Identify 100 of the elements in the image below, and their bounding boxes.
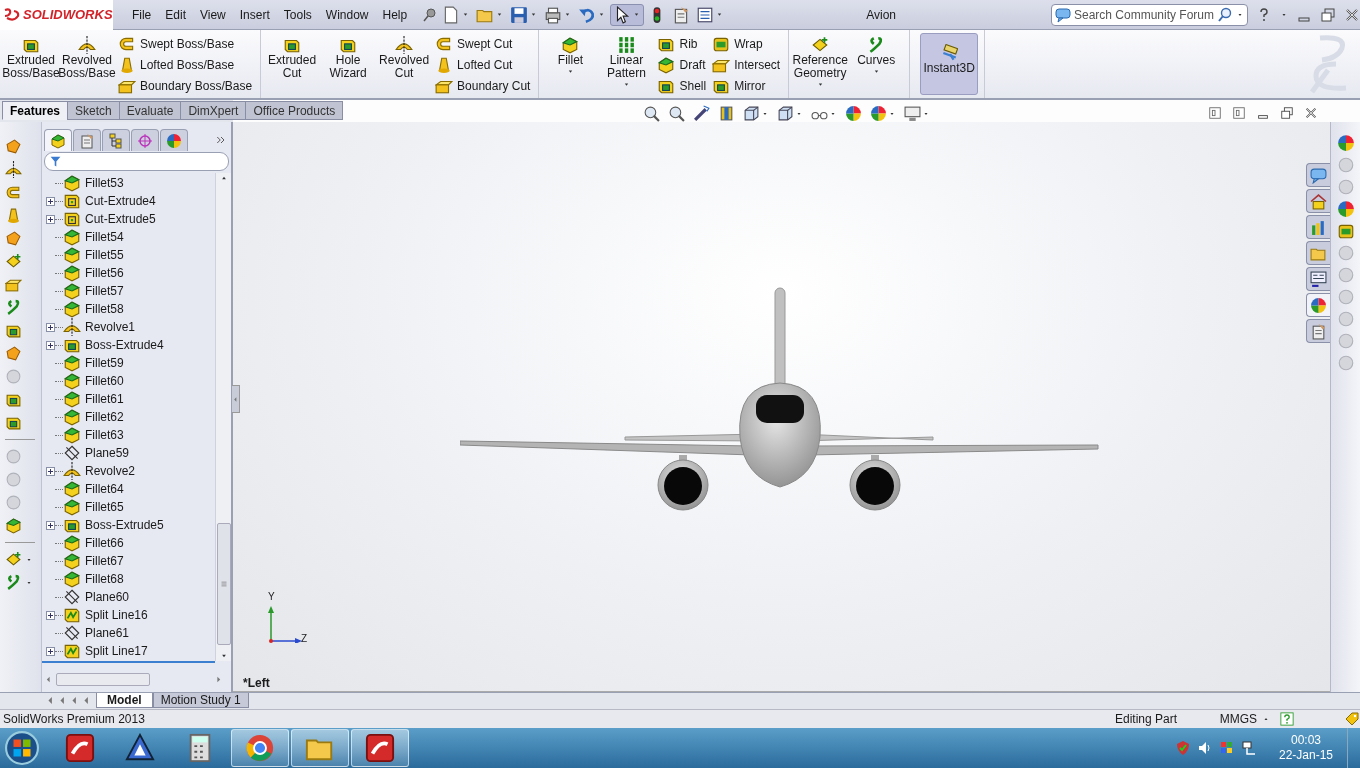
ribbon-button[interactable]: Hole Wizard: [321, 32, 376, 98]
monitor-icon[interactable]: [904, 105, 921, 122]
ribbon-button[interactable]: Linear Pattern: [599, 32, 654, 98]
ribbon-button[interactable]: Draft: [657, 56, 707, 74]
taskbar-button[interactable]: [351, 729, 409, 767]
tree-item[interactable]: Fillet54: [85, 230, 124, 244]
task-pane-tab[interactable]: [1306, 319, 1330, 343]
tree-item[interactable]: Boss-Extrude5: [85, 518, 164, 532]
scrollbar[interactable]: [215, 173, 231, 661]
tree-item[interactable]: Fillet62: [85, 410, 124, 424]
tree-item[interactable]: Fillet63: [85, 428, 124, 442]
tree-item[interactable]: Revolve1: [85, 320, 136, 334]
ribbon-button[interactable]: Boundary Boss/Base: [118, 76, 253, 95]
tree-item[interactable]: Split Line17: [85, 644, 148, 658]
ribbon-button[interactable]: Extruded Boss/Base: [4, 32, 58, 98]
expand-toggle[interactable]: [46, 520, 55, 530]
pushpin-icon[interactable]: [422, 6, 439, 23]
ribbon-button[interactable]: Intersect: [712, 56, 781, 74]
ribbon-button[interactable]: Mirror: [712, 76, 781, 95]
tab[interactable]: [102, 129, 130, 151]
speaker-icon[interactable]: [1196, 740, 1213, 756]
restore-icon[interactable]: [1320, 6, 1336, 23]
ribbon-button[interactable]: Swept Boss/Base: [118, 35, 253, 54]
search-icon[interactable]: [1217, 6, 1233, 23]
close-icon[interactable]: [1344, 6, 1360, 23]
tree-item[interactable]: Fillet59: [85, 356, 124, 370]
tree-item[interactable]: Fillet53: [85, 176, 124, 190]
tree-item[interactable]: Fillet67: [85, 554, 124, 568]
tab[interactable]: [160, 129, 188, 151]
ribbon-button[interactable]: Swept Cut: [435, 35, 531, 54]
arrow-icon[interactable]: [214, 675, 223, 684]
ribbon-button[interactable]: Instant3D: [920, 33, 979, 95]
task-pane-tab[interactable]: [1306, 267, 1330, 291]
arch-icon[interactable]: [5, 161, 22, 178]
menu-item[interactable]: View: [193, 7, 233, 22]
menu-item[interactable]: Edit: [158, 7, 193, 22]
tab[interactable]: Sketch: [67, 101, 120, 120]
close-icon[interactable]: [1304, 106, 1318, 120]
menu-item[interactable]: Help: [375, 7, 415, 22]
expand-toggle[interactable]: [46, 610, 55, 620]
expand-toggle[interactable]: [46, 196, 55, 206]
tree-item[interactable]: Plane61: [85, 626, 130, 640]
tag-icon[interactable]: [1344, 711, 1360, 727]
menu-item[interactable]: Tools: [276, 7, 319, 22]
bell-icon[interactable]: [5, 207, 22, 224]
start-icon[interactable]: [5, 731, 39, 765]
diamond-icon[interactable]: [5, 253, 22, 270]
magnifier-icon[interactable]: [643, 105, 660, 122]
tree-item[interactable]: Cut-Extrude5: [85, 212, 156, 226]
curve-icon[interactable]: [5, 299, 22, 316]
tree-item[interactable]: Fillet57: [85, 284, 124, 298]
flag-icon[interactable]: [1218, 740, 1235, 756]
magnifier-icon[interactable]: [668, 105, 685, 122]
sphere-icon[interactable]: [1336, 134, 1355, 152]
tree-item[interactable]: Fillet61: [85, 392, 124, 406]
search-field[interactable]: Search Community Forum: [1051, 3, 1248, 26]
network-icon[interactable]: [1240, 740, 1257, 756]
tree-item[interactable]: Split Line16: [85, 608, 148, 622]
ribbon-button[interactable]: Revolved Cut: [377, 32, 432, 98]
ribbon-button[interactable]: Lofted Cut: [435, 56, 531, 74]
restore-icon[interactable]: [1280, 106, 1294, 120]
ribbon-button[interactable]: Shell: [657, 76, 707, 95]
tab[interactable]: Features: [2, 101, 69, 120]
task-pane-tab[interactable]: [1306, 293, 1330, 317]
collapse-handle[interactable]: [232, 385, 240, 413]
tree-item[interactable]: Fillet60: [85, 374, 124, 388]
tab[interactable]: Motion Study 1: [152, 693, 249, 708]
ribbon-button[interactable]: Rib: [657, 35, 707, 54]
units-selector[interactable]: MMGS: [1219, 712, 1257, 726]
tile-icon[interactable]: [1232, 106, 1246, 120]
tree-item[interactable]: Plane59: [85, 446, 130, 460]
ribbon-button[interactable]: Extruded Cut: [265, 32, 320, 98]
tree-item[interactable]: Revolve2: [85, 464, 136, 478]
curve-icon[interactable]: [5, 574, 22, 591]
help-icon[interactable]: [1280, 712, 1294, 726]
menu-item[interactable]: Window: [318, 7, 376, 22]
expand-toggle[interactable]: [46, 340, 55, 350]
tab[interactable]: Evaluate: [118, 101, 182, 120]
menu-item[interactable]: File: [124, 7, 159, 22]
tree-item[interactable]: Fillet58: [85, 302, 124, 316]
cube-icon[interactable]: [5, 517, 22, 534]
shield-check-icon[interactable]: [1174, 740, 1191, 756]
filter-field[interactable]: [44, 152, 229, 171]
ribbon-button[interactable]: Fillet: [543, 32, 598, 98]
ribbon-button[interactable]: Revolved Boss/Base: [60, 32, 114, 98]
clock[interactable]: 00:03 22-Jan-15: [1278, 733, 1333, 763]
hook-icon[interactable]: [5, 184, 22, 201]
tree-item[interactable]: Fillet64: [85, 482, 124, 496]
barrel-icon[interactable]: [1336, 222, 1355, 240]
tab[interactable]: Office Products: [245, 101, 344, 120]
menu-item[interactable]: Insert: [232, 7, 277, 22]
pen-icon[interactable]: [693, 105, 710, 122]
ribbon-button[interactable]: Reference Geometry: [793, 32, 848, 98]
tab[interactable]: [131, 129, 159, 151]
tree-item[interactable]: Fillet55: [85, 248, 124, 262]
tree-item[interactable]: Boss-Extrude4: [85, 338, 164, 352]
cube-icon[interactable]: [777, 105, 794, 122]
expand-toggle[interactable]: [46, 646, 55, 656]
expand-toggle[interactable]: [46, 214, 55, 224]
tab[interactable]: [44, 129, 72, 151]
